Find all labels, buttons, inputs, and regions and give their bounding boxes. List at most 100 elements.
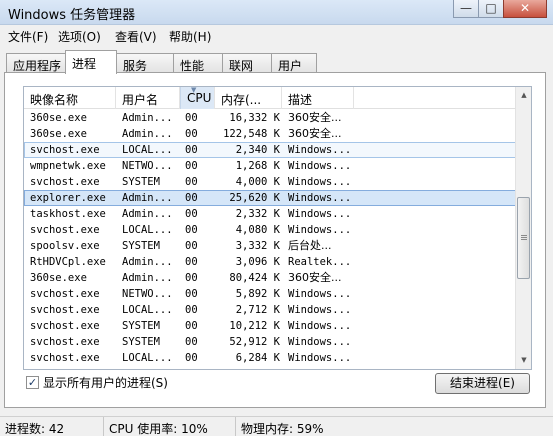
process-description: 360安全... <box>288 127 342 140</box>
process-row[interactable]: 360se.exe Admin... 00 122,548 K 360安全... <box>24 126 516 142</box>
process-cpu: 00 <box>185 192 198 204</box>
process-memory: 6,284 K <box>235 352 280 364</box>
grip-icon <box>521 235 527 240</box>
process-name: svchost.exe <box>30 352 100 364</box>
status-bar: 进程数: 42 CPU 使用率: 10% 物理内存: 59% <box>0 416 553 436</box>
process-row[interactable]: svchost.exe LOCAL... 00 2,340 K Windows... <box>24 142 516 158</box>
vertical-scrollbar[interactable]: ▲ ▼ <box>515 87 531 369</box>
tab-services[interactable]: 服务 <box>116 53 174 73</box>
menu-help[interactable]: 帮助(H) <box>169 28 211 45</box>
process-description: Windows... <box>288 224 352 236</box>
maximize-button[interactable]: □ <box>478 0 504 18</box>
scrollbar-thumb[interactable] <box>517 197 530 279</box>
process-description: Windows... <box>288 336 352 348</box>
menu-bar: 文件(F) 选项(O) 查看(V) 帮助(H) <box>0 25 553 47</box>
process-cpu: 00 <box>185 272 198 284</box>
process-row[interactable]: 360se.exe Admin... 00 80,424 K 360安全... <box>24 270 516 286</box>
process-name: RtHDVCpl.exe <box>30 256 106 268</box>
column-description[interactable]: 描述 <box>282 87 354 109</box>
process-cpu: 00 <box>185 240 198 252</box>
process-cpu: 00 <box>185 352 198 364</box>
process-row[interactable]: svchost.exe LOCAL... 00 2,712 K Windows... <box>24 302 516 318</box>
process-row[interactable]: svchost.exe LOCAL... 00 6,284 K Windows... <box>24 350 516 366</box>
process-cpu: 00 <box>185 144 198 156</box>
close-button[interactable]: ✕ <box>503 0 547 18</box>
column-image-name[interactable]: 映像名称 <box>24 87 116 109</box>
process-name: explorer.exe <box>30 192 106 204</box>
process-name: 360se.exe <box>30 112 87 124</box>
process-list[interactable]: 映像名称 用户名 ▼ CPU 内存(... 描述 360se.exe Admin.… <box>23 86 532 370</box>
process-row[interactable]: 360se.exe Admin... 00 16,332 K 360安全... <box>24 110 516 126</box>
column-memory[interactable]: 内存(... <box>215 87 282 109</box>
process-memory: 16,332 K <box>229 112 280 124</box>
process-row[interactable]: svchost.exe LOCAL... 00 4,080 K Windows... <box>24 222 516 238</box>
process-memory: 1,268 K <box>235 160 280 172</box>
show-all-users-option[interactable]: ✓ 显示所有用户的进程(S) <box>26 374 168 391</box>
process-row[interactable]: RtHDVCpl.exe Admin... 00 3,096 K Realtek... <box>24 254 516 270</box>
process-user: Admin... <box>122 256 173 268</box>
process-row[interactable]: spoolsv.exe SYSTEM 00 3,332 K 后台处... <box>24 238 516 254</box>
process-cpu: 00 <box>185 224 198 236</box>
process-user: SYSTEM <box>122 176 160 188</box>
process-memory: 2,340 K <box>235 144 280 156</box>
tab-performance[interactable]: 性能 <box>173 53 223 73</box>
process-row[interactable]: svchost.exe SYSTEM 00 4,000 K Windows... <box>24 174 516 190</box>
window-title: Windows 任务管理器 <box>8 8 136 23</box>
process-user: SYSTEM <box>122 320 160 332</box>
tab-processes[interactable]: 进程 <box>65 50 117 74</box>
process-description: Windows... <box>288 176 352 188</box>
process-row[interactable]: wmpnetwk.exe NETWO... 00 1,268 K Windows... <box>24 158 516 174</box>
process-memory: 4,000 K <box>235 176 280 188</box>
process-memory: 122,548 K <box>223 128 280 140</box>
process-row[interactable]: explorer.exe Admin... 00 25,620 K Windows... <box>24 190 516 206</box>
process-cpu: 00 <box>185 320 198 332</box>
status-cpu-usage: CPU 使用率: 10% <box>104 417 236 436</box>
tab-networking[interactable]: 联网 <box>222 53 272 73</box>
end-process-button[interactable]: 结束进程(E) <box>435 373 530 394</box>
window-controls: — □ ✕ <box>453 0 547 18</box>
process-row[interactable]: svchost.exe NETWO... 00 5,892 K Windows... <box>24 286 516 302</box>
process-cpu: 00 <box>185 288 198 300</box>
process-cpu: 00 <box>185 160 198 172</box>
show-all-users-label: 显示所有用户的进程(S) <box>43 376 168 390</box>
process-cpu: 00 <box>185 112 198 124</box>
menu-view[interactable]: 查看(V) <box>115 28 157 45</box>
tab-applications[interactable]: 应用程序 <box>6 53 66 73</box>
process-name: 360se.exe <box>30 128 87 140</box>
process-cpu: 00 <box>185 336 198 348</box>
sort-descending-icon: ▼ <box>191 87 197 94</box>
process-user: Admin... <box>122 272 173 284</box>
minimize-button[interactable]: — <box>453 0 479 18</box>
menu-file[interactable]: 文件(F) <box>8 28 48 45</box>
scroll-down-icon[interactable]: ▼ <box>516 352 531 369</box>
process-user: Admin... <box>122 208 173 220</box>
tab-users[interactable]: 用户 <box>271 53 317 73</box>
process-cpu: 00 <box>185 128 198 140</box>
title-bar: Windows 任务管理器 — □ ✕ <box>0 0 553 25</box>
process-memory: 80,424 K <box>229 272 280 284</box>
process-user: LOCAL... <box>122 304 173 316</box>
process-row[interactable]: svchost.exe SYSTEM 00 10,212 K Windows... <box>24 318 516 334</box>
process-description: Windows... <box>288 144 352 156</box>
column-username[interactable]: 用户名 <box>116 87 180 109</box>
process-name: svchost.exe <box>30 288 100 300</box>
process-user: LOCAL... <box>122 352 173 364</box>
process-memory: 3,096 K <box>235 256 280 268</box>
process-row[interactable]: taskhost.exe Admin... 00 2,332 K Windows... <box>24 206 516 222</box>
process-description: Realtek... <box>288 256 352 268</box>
process-description: Windows... <box>288 320 352 332</box>
process-user: LOCAL... <box>122 224 173 236</box>
process-description: 360安全... <box>288 271 342 284</box>
process-name: svchost.exe <box>30 320 100 332</box>
process-name: svchost.exe <box>30 304 100 316</box>
column-header-row: 映像名称 用户名 ▼ CPU 内存(... 描述 <box>24 87 516 109</box>
process-user: NETWO... <box>122 288 173 300</box>
column-cpu[interactable]: ▼ CPU <box>180 87 215 109</box>
show-all-users-checkbox[interactable]: ✓ <box>26 376 39 389</box>
process-memory: 2,332 K <box>235 208 280 220</box>
scroll-up-icon[interactable]: ▲ <box>516 87 531 104</box>
process-row[interactable]: svchost.exe SYSTEM 00 52,912 K Windows... <box>24 334 516 350</box>
process-name: svchost.exe <box>30 176 100 188</box>
process-memory: 5,892 K <box>235 288 280 300</box>
menu-options[interactable]: 选项(O) <box>58 28 101 45</box>
